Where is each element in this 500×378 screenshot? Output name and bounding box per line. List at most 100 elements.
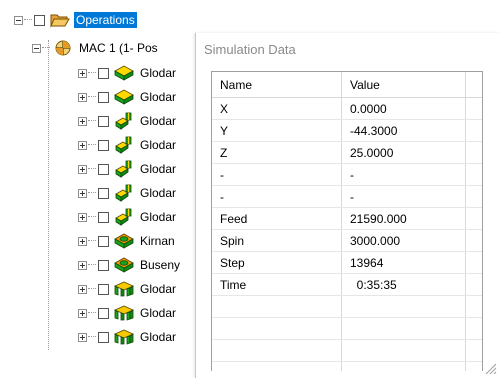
operation-label[interactable]: Glodar (138, 329, 178, 345)
expand-toggle[interactable] (78, 308, 87, 318)
operation-checkbox[interactable] (98, 91, 109, 103)
operation-checkbox[interactable] (98, 331, 109, 343)
table-row[interactable]: Time 0:35:35 (212, 274, 482, 296)
tree-connector (88, 168, 96, 170)
row-name-cell: - (220, 190, 224, 204)
operation-label[interactable]: Glodar (138, 89, 178, 105)
table-row[interactable]: Z 25.0000 (212, 142, 482, 164)
operation-checkbox[interactable] (98, 187, 109, 199)
expand-toggle[interactable] (78, 212, 87, 222)
expand-toggle[interactable] (78, 116, 87, 126)
operation-label[interactable]: Glodar (138, 137, 178, 153)
row-name-cell: Y (220, 124, 229, 138)
expand-toggle[interactable] (78, 236, 87, 246)
operation-checkbox[interactable] (98, 67, 109, 79)
tree-node-operation[interactable]: Glodar (78, 328, 178, 346)
collapse-toggle[interactable] (14, 15, 23, 25)
row-value-cell: - (350, 190, 354, 204)
table-row[interactable]: Step 13964 (212, 252, 482, 274)
operation-label[interactable]: Glodar (138, 65, 178, 81)
table-row[interactable]: - - (212, 164, 482, 186)
expand-toggle[interactable] (78, 92, 87, 102)
table-row[interactable]: Spin 3000.000 (212, 230, 482, 252)
operations-checkbox[interactable] (34, 14, 45, 26)
operation-label[interactable]: Buseny (138, 257, 182, 273)
operation-label[interactable]: Glodar (138, 209, 178, 225)
row-value-cell: 21590.000 (350, 212, 407, 226)
row-name-cell: Step (220, 256, 245, 270)
operation-label[interactable]: Glodar (138, 161, 178, 177)
tree-node-operation[interactable]: Glodar (78, 208, 178, 226)
expand-toggle[interactable] (78, 68, 87, 78)
column-header-value[interactable]: Value (350, 74, 380, 96)
expand-toggle[interactable] (78, 284, 87, 294)
tree-connector (88, 144, 96, 146)
operation-checkbox[interactable] (98, 139, 109, 151)
expand-toggle[interactable] (78, 164, 87, 174)
row-value-cell: 13964 (350, 256, 384, 270)
expand-toggle[interactable] (78, 332, 87, 342)
table-row[interactable]: Feed 21590.000 (212, 208, 482, 230)
tree-node-operation[interactable]: Glodar (78, 304, 178, 322)
tree-connector (88, 240, 96, 242)
operation-checkbox[interactable] (98, 115, 109, 127)
tree-connector (88, 312, 96, 314)
row-value-cell: 0.0000 (350, 102, 387, 116)
tree-connector (88, 96, 96, 98)
tree-node-operation[interactable]: Glodar (78, 136, 178, 154)
table-header-row: Name Value (212, 72, 482, 98)
table-row[interactable]: - - (212, 186, 482, 208)
tree-connector (88, 264, 96, 266)
operation-checkbox[interactable] (98, 283, 109, 295)
machine-label[interactable]: MAC 1 (1- Pos (77, 40, 160, 56)
expand-toggle[interactable] (78, 188, 87, 198)
tree-node-operation[interactable]: Buseny (78, 256, 182, 274)
operation-label[interactable]: Kirnan (138, 233, 177, 249)
operation-label[interactable]: Glodar (138, 281, 178, 297)
expand-toggle[interactable] (78, 140, 87, 150)
row-value-cell: -44.3000 (350, 124, 398, 138)
collapse-toggle[interactable] (32, 43, 41, 53)
tree-node-operation[interactable]: Glodar (78, 112, 178, 130)
operation-label[interactable]: Glodar (138, 113, 178, 129)
tree-node-operations[interactable]: Operations (14, 11, 137, 29)
table-row[interactable]: Y -44.3000 (212, 120, 482, 142)
tree-connector (42, 47, 50, 49)
column-header-name[interactable]: Name (220, 74, 252, 96)
tree-node-machine[interactable]: MAC 1 (1- Pos (32, 39, 160, 57)
operation-checkbox[interactable] (98, 307, 109, 319)
table-row-empty (212, 318, 482, 340)
operation-checkbox[interactable] (98, 211, 109, 223)
tree-connector (88, 120, 96, 122)
tree-guide-line (48, 40, 49, 350)
operation-checkbox[interactable] (98, 259, 109, 271)
pocket-mill-icon (114, 304, 134, 322)
tree-node-operation[interactable]: Glodar (78, 160, 178, 178)
operation-checkbox[interactable] (98, 235, 109, 247)
tree-node-operation[interactable]: Glodar (78, 64, 178, 82)
tree-node-operation[interactable]: Glodar (78, 280, 178, 298)
tree-node-operation[interactable]: Kirnan (78, 232, 177, 250)
row-name-cell: - (220, 168, 224, 182)
hole-drill-icon (114, 232, 134, 250)
machine-axis-icon (53, 39, 73, 57)
face-mill-icon (114, 64, 134, 82)
window-title: Simulation Data (204, 42, 296, 57)
resize-grip-icon[interactable] (483, 361, 497, 375)
contour-mill-icon (114, 160, 134, 178)
simulation-data-table[interactable]: Name Value X 0.0000 Y -44.3000 Z 25.0000… (211, 71, 483, 371)
tree-connector (24, 19, 32, 21)
tree-node-operation[interactable]: Glodar (78, 184, 178, 202)
operation-checkbox[interactable] (98, 163, 109, 175)
operations-label[interactable]: Operations (74, 12, 137, 28)
tree-connector (88, 72, 96, 74)
contour-mill-icon (114, 208, 134, 226)
operation-label[interactable]: Glodar (138, 305, 178, 321)
row-value-cell: 25.0000 (350, 146, 394, 160)
expand-toggle[interactable] (78, 260, 87, 270)
tree-node-operation[interactable]: Glodar (78, 88, 178, 106)
table-row[interactable]: X 0.0000 (212, 98, 482, 120)
row-value-cell: - (350, 168, 354, 182)
simulation-data-window[interactable]: Simulation Data Name Value X 0.0000 Y -4… (195, 33, 500, 378)
operation-label[interactable]: Glodar (138, 185, 178, 201)
